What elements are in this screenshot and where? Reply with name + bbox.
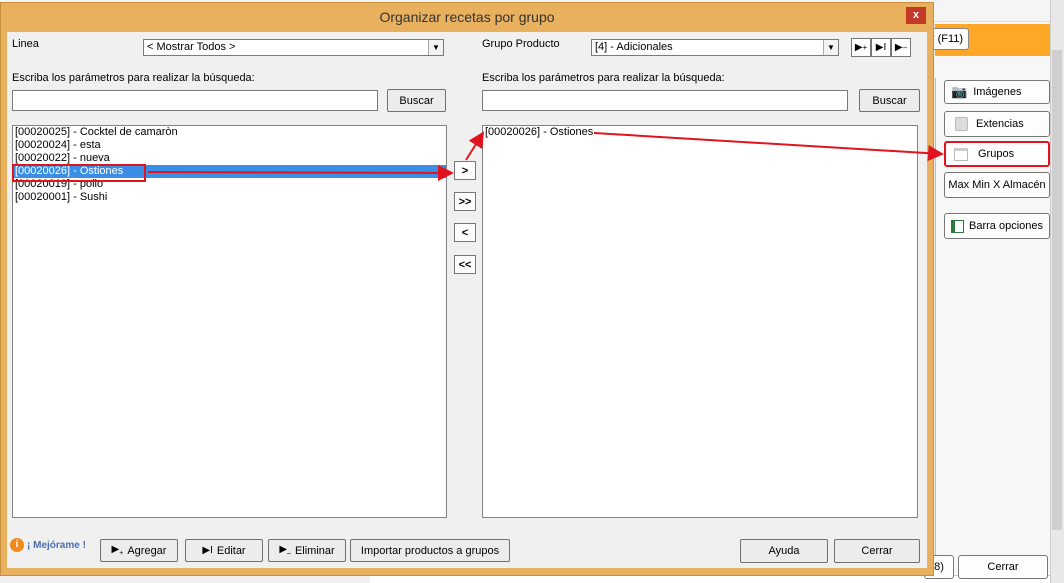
group-select[interactable]: [4] - Adicionales ▼ <box>591 39 839 56</box>
right-search-input[interactable] <box>482 90 848 111</box>
scrollbar-thumb[interactable] <box>1052 50 1062 530</box>
list-item[interactable]: [00020024] - esta <box>13 139 446 152</box>
background-close-button[interactable]: Cerrar <box>958 555 1048 579</box>
eliminar-button[interactable]: ▶– Eliminar <box>268 539 346 562</box>
available-recipes-list[interactable]: [00020025] - Cocktel de camaròn [0002002… <box>12 125 447 518</box>
left-search-label: Escriba los parámetros para realizar la … <box>12 72 255 84</box>
feedback-icon: i <box>10 538 24 552</box>
left-search-input[interactable] <box>12 90 378 111</box>
move-one-right-button[interactable]: > <box>454 161 476 180</box>
list-item[interactable]: [00020025] - Cocktel de camaròn <box>13 126 446 139</box>
list-item[interactable]: [00020001] - Sushi <box>13 191 446 204</box>
edit-arrow-icon: ▶I <box>202 545 213 556</box>
agregar-button[interactable]: ▶+ Agregar <box>100 539 178 562</box>
panel-icon <box>951 219 964 233</box>
camera-icon: 📷 <box>951 84 968 99</box>
move-one-left-button[interactable]: < <box>454 223 476 242</box>
chevron-down-icon[interactable]: ▼ <box>823 40 838 55</box>
group-label: Grupo Producto <box>482 38 560 50</box>
panel-divider <box>935 78 936 558</box>
close-icon[interactable]: x <box>906 7 926 24</box>
delete-group-icon[interactable]: ▶ – <box>891 38 911 57</box>
right-search-button[interactable]: Buscar <box>859 89 920 112</box>
imagenes-button[interactable]: 📷 Imágenes <box>944 80 1050 104</box>
max-min-almacen-button[interactable]: Max Min X Almacén <box>944 172 1050 198</box>
add-arrow-icon: ▶+ <box>111 544 124 557</box>
move-all-right-button[interactable]: >> <box>454 192 476 211</box>
right-search-label: Escriba los parámetros para realizar la … <box>482 72 725 84</box>
cerrar-button[interactable]: Cerrar <box>834 539 920 563</box>
grupos-button[interactable]: Grupos <box>944 141 1050 167</box>
left-search-button[interactable]: Buscar <box>387 89 446 112</box>
import-products-button[interactable]: Importar productos a grupos <box>350 539 510 562</box>
group-recipes-list[interactable]: [00020026] - Ostiones <box>482 125 918 518</box>
dialog-title: Organizar recetas por grupo <box>379 8 555 25</box>
extencias-button[interactable]: Extencias <box>944 111 1050 137</box>
add-group-icon[interactable]: ▶ + <box>851 38 871 57</box>
edit-group-icon[interactable]: ▶I <box>871 38 891 57</box>
editar-button[interactable]: ▶I Editar <box>185 539 263 562</box>
mejorame-link[interactable]: i ¡ Mejórame ! <box>10 538 86 552</box>
chevron-down-icon[interactable]: ▼ <box>428 40 443 55</box>
barra-opciones-button[interactable]: Barra opciones <box>944 213 1050 239</box>
list-item[interactable]: [00020026] - Ostiones <box>483 126 917 139</box>
line-select[interactable]: < Mostrar Todos > ▼ <box>143 39 444 56</box>
line-label: Linea <box>12 38 39 50</box>
delete-arrow-icon: ▶– <box>279 544 291 557</box>
move-all-left-button[interactable]: << <box>454 255 476 274</box>
window-icon <box>954 147 968 161</box>
annotation-highlight-selected <box>12 164 146 182</box>
cube-icon <box>955 117 968 131</box>
ayuda-button[interactable]: Ayuda <box>740 539 828 563</box>
background-right-panel <box>935 22 1050 583</box>
